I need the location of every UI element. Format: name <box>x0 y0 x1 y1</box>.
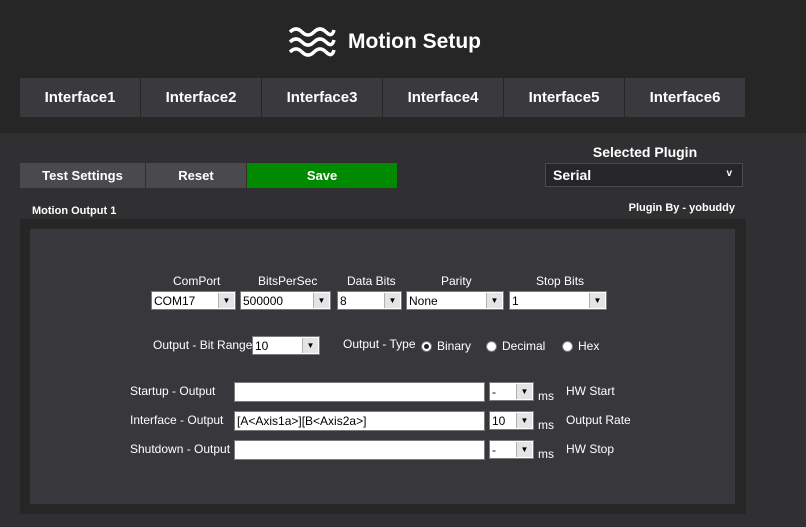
plugin-author: Plugin By - yobuddy <box>628 202 735 214</box>
radio-binary-label: Binary <box>437 339 472 353</box>
selected-plugin-label: Selected Plugin <box>592 144 698 160</box>
radio-decimal[interactable]: Decimal <box>486 339 545 353</box>
dropdown-arrow-icon: ▼ <box>516 384 532 399</box>
radio-unselected-icon <box>486 340 497 352</box>
output-panel <box>30 229 735 504</box>
comport-select[interactable]: COM17 ▼ <box>151 291 236 310</box>
shutdown-output-input[interactable] <box>234 440 485 460</box>
parity-label: Parity <box>441 274 472 288</box>
section-title: Motion Output 1 <box>32 205 117 217</box>
interface-ms-select[interactable]: 10 ▼ <box>489 411 534 430</box>
databits-label: Data Bits <box>347 274 396 288</box>
radio-hex[interactable]: Hex <box>562 339 599 353</box>
tab-interface5[interactable]: Interface5 <box>504 78 624 117</box>
plugin-select[interactable]: Serial v <box>545 163 743 187</box>
interface-output-input[interactable]: [A<Axis1a>][B<Axis2a>] <box>234 411 485 431</box>
stopbits-value: 1 <box>512 293 519 308</box>
startup-output-label: Startup - Output <box>130 384 216 398</box>
bit-range-select[interactable]: 10 ▼ <box>252 336 320 355</box>
hw-stop-label: HW Stop <box>566 442 615 456</box>
interface-ms-value: 10 <box>492 413 506 428</box>
save-button[interactable]: Save <box>247 163 397 188</box>
dropdown-arrow-icon: ▼ <box>218 293 234 308</box>
bitspersec-value: 500000 <box>243 293 284 308</box>
radio-decimal-label: Decimal <box>502 339 546 353</box>
dropdown-arrow-icon: ▼ <box>384 293 400 308</box>
output-rate-label: Output Rate <box>566 413 631 427</box>
plugin-select-value: Serial <box>553 167 592 183</box>
radio-unselected-icon <box>562 340 573 352</box>
stopbits-label: Stop Bits <box>536 274 585 288</box>
interface-tabs: Interface1 Interface2 Interface3 Interfa… <box>20 78 746 117</box>
shutdown-ms-select[interactable]: - ▼ <box>489 440 534 459</box>
dropdown-arrow-icon: ▼ <box>516 442 532 457</box>
databits-select[interactable]: 8 ▼ <box>337 291 402 310</box>
dropdown-arrow-icon: ▼ <box>516 413 532 428</box>
dropdown-arrow-icon: ▼ <box>302 338 318 353</box>
shutdown-ms-unit: ms <box>538 447 554 461</box>
page-title: Motion Setup <box>348 30 481 53</box>
startup-ms-value: - <box>492 384 496 399</box>
dropdown-arrow-icon: ▼ <box>589 293 605 308</box>
output-type-label: Output - Type <box>343 337 416 351</box>
dropdown-arrow-icon: ▼ <box>486 293 502 308</box>
bitspersec-select[interactable]: 500000 ▼ <box>240 291 331 310</box>
tab-interface6[interactable]: Interface6 <box>625 78 745 117</box>
waves-icon <box>288 27 336 57</box>
interface-ms-unit: ms <box>538 418 554 432</box>
shutdown-output-label: Shutdown - Output <box>130 442 231 456</box>
bit-range-value: 10 <box>255 338 269 353</box>
hw-start-label: HW Start <box>566 384 615 398</box>
app-title: Motion Setup <box>288 22 481 62</box>
bitspersec-label: BitsPerSec <box>258 274 318 288</box>
parity-value: None <box>409 293 438 308</box>
chevron-down-icon: v <box>726 168 732 179</box>
startup-ms-select[interactable]: - ▼ <box>489 382 534 401</box>
startup-output-input[interactable] <box>234 382 485 402</box>
startup-ms-unit: ms <box>538 389 554 403</box>
tab-interface2[interactable]: Interface2 <box>141 78 261 117</box>
interface-output-label: Interface - Output <box>130 413 224 427</box>
parity-select[interactable]: None ▼ <box>406 291 504 310</box>
reset-button[interactable]: Reset <box>146 163 246 188</box>
stopbits-select[interactable]: 1 ▼ <box>509 291 607 310</box>
databits-value: 8 <box>340 293 347 308</box>
test-settings-button[interactable]: Test Settings <box>20 163 145 188</box>
shutdown-ms-value: - <box>492 442 496 457</box>
radio-hex-label: Hex <box>578 339 600 353</box>
bit-range-label: Output - Bit Range <box>153 338 253 352</box>
comport-label: ComPort <box>173 274 221 288</box>
radio-binary[interactable]: Binary <box>421 339 471 353</box>
comport-value: COM17 <box>154 293 196 308</box>
tab-interface3[interactable]: Interface3 <box>262 78 382 117</box>
dropdown-arrow-icon: ▼ <box>313 293 329 308</box>
tab-interface4[interactable]: Interface4 <box>383 78 503 117</box>
radio-selected-icon <box>421 340 432 352</box>
tab-interface1[interactable]: Interface1 <box>20 78 140 117</box>
